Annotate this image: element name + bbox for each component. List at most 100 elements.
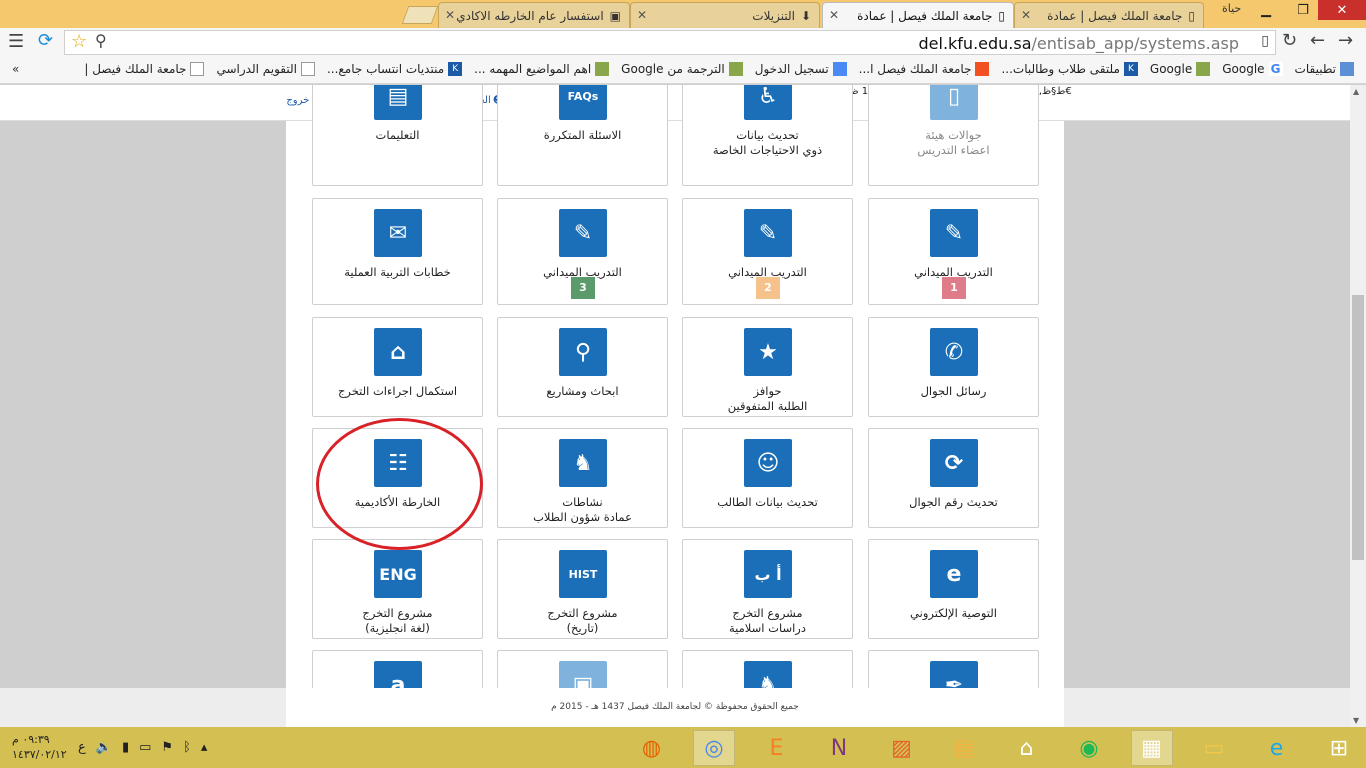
bookmark-item[interactable]: تسجيل الدخول [755, 62, 847, 76]
photos-icon[interactable]: ▨ [881, 730, 923, 766]
bookmark-item[interactable]: تطبيقات [1295, 62, 1354, 76]
menu-icon[interactable]: ☰ [8, 31, 24, 52]
service-card-faqs[interactable]: FAQs الاسئلة المتكررة [497, 85, 668, 186]
card-badge: 2 [756, 277, 780, 299]
bookmark-item[interactable]: K منتديات انتساب جامع... [327, 62, 463, 76]
faqs-icon: FAQs [559, 85, 607, 120]
bookmark-item[interactable]: جامعة الملك فيصل | [84, 62, 205, 76]
notes-icon[interactable]: ▤ [943, 730, 985, 766]
award-icon: ★ [744, 328, 792, 376]
close-icon[interactable]: ✕ [829, 8, 839, 22]
service-card-field-training-2[interactable]: ✎ التدريب الميداني 2 [682, 198, 853, 305]
footer: جميع الحقوق محفوظة © لجامعة الملك فيصل 1… [286, 688, 1064, 728]
kfu-icon: K [448, 62, 463, 76]
close-icon[interactable]: ✕ [445, 8, 455, 22]
tab-1[interactable]: ▯ جامعة الملك فيصل | عمادة ✕ [822, 2, 1014, 28]
bookmark-item[interactable]: K ملتقى طلاب وطالبات... [1001, 62, 1138, 76]
bookmark-item[interactable]: التقويم الدراسي [216, 62, 315, 76]
star-icon[interactable]: ☆ [71, 31, 87, 52]
tab-2[interactable]: ⬇ التنزيلات ✕ [630, 2, 820, 28]
bluetooth-icon[interactable]: ᛒ [183, 740, 191, 755]
window-close-icon[interactable]: ✕ [1318, 0, 1366, 20]
tab-0[interactable]: ▯ جامعة الملك فيصل | عمادة ✕ [1014, 2, 1204, 28]
bookmarks-more-icon[interactable]: » [12, 62, 19, 76]
close-icon[interactable]: ✕ [1021, 8, 1031, 22]
card-label: تحديث بيانات الطالب [717, 495, 818, 509]
scrollbar[interactable]: ▲ ▼ [1350, 85, 1366, 727]
bookmarks-list: تطبيقات G Google Google K ملتقى طلاب وطالبات.… [84, 62, 1354, 76]
scroll-thumb[interactable] [1352, 295, 1364, 560]
service-card-field-training-1[interactable]: ✎ التدريب الميداني 1 [868, 198, 1039, 305]
service-card-instructions[interactable]: ▤ التعليمات [312, 85, 483, 186]
page-icon [190, 62, 205, 76]
new-tab-button[interactable] [401, 6, 439, 24]
onenote-icon[interactable]: N [818, 730, 860, 766]
battery-icon[interactable]: ▭ [139, 740, 151, 755]
scroll-down-icon[interactable]: ▼ [1353, 716, 1359, 725]
page-info-icon[interactable]: ▯ [1261, 33, 1269, 49]
spotify-icon[interactable]: ◉ [1068, 730, 1110, 766]
trainer-icon: ✎ [559, 209, 607, 257]
network-icon[interactable]: ▮ [122, 740, 129, 755]
url-text[interactable]: del.kfu.edu.sa/entisab_app/systems.asp [919, 34, 1240, 53]
service-card-staff-phones[interactable]: ▯ جوالات هيئة اعضاء التدريس [868, 85, 1039, 186]
service-card-education-letters[interactable]: ✉ خطابات التربية العملية [312, 198, 483, 305]
ie-icon[interactable]: e [1256, 730, 1298, 766]
minimize-icon[interactable]: ▁ [1246, 0, 1286, 20]
nav-label: خروج [286, 95, 310, 106]
word-icon[interactable]: E [756, 730, 798, 766]
service-card-field-training-3[interactable]: ✎ التدريب الميداني 3 [497, 198, 668, 305]
service-card-update-student[interactable]: ☺ تحديث بيانات الطالب [682, 428, 853, 528]
tray-up-icon[interactable]: ▴ [201, 740, 208, 755]
service-card-research[interactable]: ⚲ ابحاث ومشاريع [497, 317, 668, 417]
system-tray: ع 🔈 ▮ ▭ ⚑ ᛒ ▴ [78, 740, 207, 755]
volume-icon[interactable]: 🔈 [96, 740, 112, 755]
explorer-icon[interactable]: ▭ [1193, 730, 1235, 766]
forward-icon[interactable]: → [1338, 30, 1353, 51]
service-card-activities[interactable]: ♞ نشاطات عمادة شؤون الطلاب [497, 428, 668, 528]
firefox-icon[interactable]: ◍ [631, 730, 673, 766]
service-card-update-phone[interactable]: ⟳ تحديث رقم الجوال [868, 428, 1039, 528]
clock[interactable]: ٠٩:٣٩ م ١٤٣٧/٠٢/١٢ [12, 732, 67, 762]
tab-3[interactable]: ▣ استفسار عام الخارطه الاكادي ✕ [438, 2, 630, 28]
search-icon: ⚲ [95, 31, 107, 50]
flag-icon[interactable]: ⚑ [161, 740, 173, 755]
service-card-e-recommendation[interactable]: e التوصية الإلكتروني [868, 539, 1039, 639]
nav-divider [0, 120, 1350, 121]
restore-icon[interactable]: ❐ [1283, 0, 1323, 20]
bookmark-item[interactable]: الترجمة من Google [621, 62, 743, 76]
language-indicator[interactable]: ع [78, 740, 86, 755]
bookmark-item[interactable]: G Google [1222, 62, 1283, 76]
store-icon[interactable]: ▦ [1130, 730, 1173, 766]
clock-date: ١٤٣٧/٠٢/١٢ [12, 748, 67, 761]
service-card-top-students[interactable]: ★ حوافز الطلبة المتفوقين [682, 317, 853, 417]
clock-time: ٠٩:٣٩ م [12, 733, 50, 746]
service-card-proj-english[interactable]: ENG مشروع التخرج (لغة انجليزية) [312, 539, 483, 639]
kfu-icon: K [1123, 62, 1138, 76]
bookmark-item[interactable]: جامعة الملك فيصل ا... [859, 62, 990, 76]
card-sublabel: الطلبة المتفوقين [727, 399, 808, 413]
service-card-proj-islamic[interactable]: أ ب مشروع التخرج دراسات اسلامية [682, 539, 853, 639]
service-card-special-needs[interactable]: ♿ تحديث بيانات ذوي الاحتياجات الخاصة [682, 85, 853, 186]
start-icon[interactable]: ⊞ [1318, 730, 1360, 766]
bookmark-item[interactable]: Google [1150, 62, 1211, 76]
address-bar[interactable]: ☆ ⚲ del.kfu.edu.sa/entisab_app/systems.a… [64, 30, 1276, 55]
reload-icon[interactable]: ↻ [1282, 30, 1297, 51]
sync-icon[interactable]: ⟳ [38, 30, 53, 51]
eng-book-icon: ENG [374, 550, 422, 598]
service-card-proj-history[interactable]: HIST مشروع التخرج (تاريخ) [497, 539, 668, 639]
service-card-sms[interactable]: ✆ رسائل الجوال [868, 317, 1039, 417]
profile-name[interactable]: حياة [1222, 2, 1241, 15]
back-icon[interactable]: ← [1310, 30, 1325, 51]
image-icon: ▣ [609, 8, 621, 23]
card-label: خطابات التربية العملية [344, 265, 451, 279]
chrome-icon[interactable]: ◎ [693, 730, 735, 766]
bookmark-item[interactable]: اهم المواضيع المهمه ... [474, 62, 610, 76]
service-card-graduation[interactable]: ⌂ استكمال اجراءات التخرج [312, 317, 483, 417]
close-icon[interactable]: ✕ [637, 8, 647, 22]
home-app-icon[interactable]: ⌂ [1006, 730, 1048, 766]
card-label: جوالات هيئة [925, 128, 982, 142]
page-icon: ▯ [998, 8, 1005, 23]
runner-icon: ♞ [559, 439, 607, 487]
scroll-up-icon[interactable]: ▲ [1353, 87, 1359, 96]
